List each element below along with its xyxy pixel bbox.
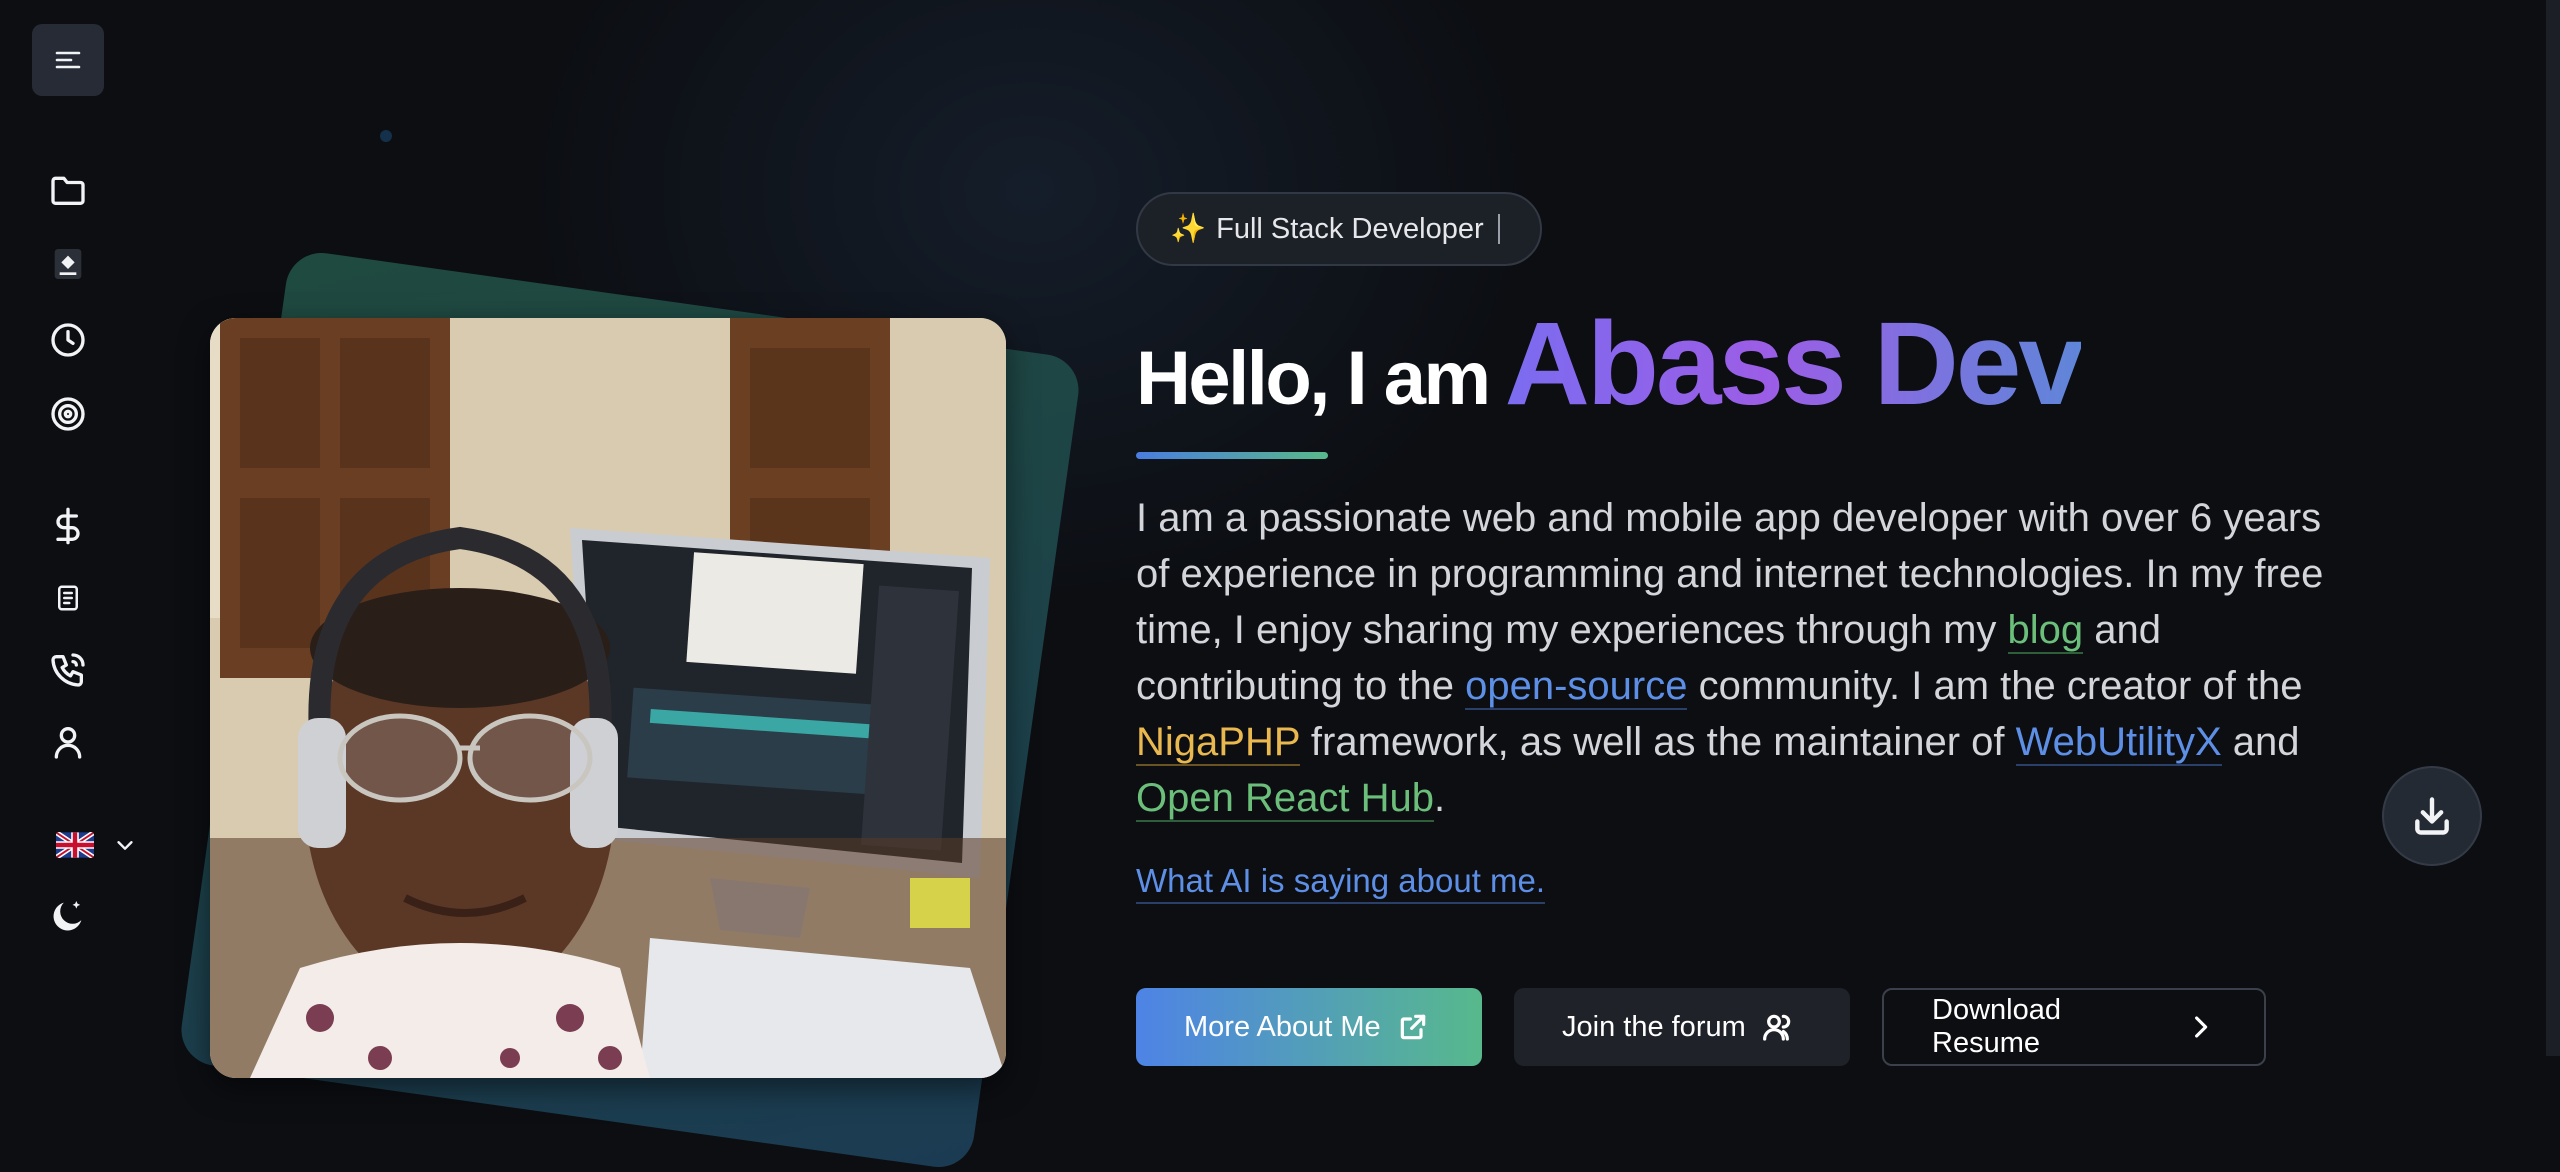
sidebar-item-blog[interactable] — [44, 240, 92, 288]
chevron-right-icon — [2195, 1016, 2208, 1038]
decorative-dot — [380, 130, 392, 142]
more-about-me-label: More About Me — [1184, 1010, 1381, 1043]
user-icon — [54, 727, 82, 759]
open-react-hub-link[interactable]: Open React Hub — [1136, 776, 1434, 822]
join-forum-button[interactable]: Join the forum — [1514, 988, 1850, 1066]
join-forum-label: Join the forum — [1562, 1010, 1746, 1043]
moon-icon — [53, 901, 82, 931]
external-link-icon — [1400, 1014, 1425, 1040]
ai-opinion-link[interactable]: What AI is saying about me. — [1136, 862, 1546, 904]
heading-underline — [1136, 452, 1328, 459]
typing-cursor — [1497, 214, 1500, 244]
blog-logo-icon — [54, 249, 82, 279]
role-badge-text: Full Stack Developer — [1216, 212, 1484, 245]
sidebar-item-history[interactable] — [44, 316, 92, 364]
sidebar-item-resume[interactable] — [44, 574, 92, 622]
sparkles-icon: ✨ — [1170, 213, 1207, 245]
uk-flag-icon — [56, 832, 94, 858]
chevron-down-icon — [117, 841, 133, 850]
phone-icon — [51, 653, 85, 687]
bio-text: . — [1433, 776, 1446, 820]
download-icon — [2415, 797, 2449, 835]
blog-link[interactable]: blog — [2007, 608, 2084, 654]
window-scrollbar[interactable] — [2546, 0, 2560, 1056]
more-about-me-button[interactable]: More About Me — [1136, 988, 1482, 1066]
clock-icon — [51, 323, 85, 357]
bio-text: framework, as well as the maintainer of — [1299, 720, 2016, 764]
document-icon — [58, 585, 78, 611]
open-source-link[interactable]: open-source — [1465, 664, 1688, 710]
hero-heading: Hello, I am Abass Dev — [1136, 296, 2084, 446]
greeting-text: Hello, I am — [1136, 336, 1491, 421]
sidebar-item-contact[interactable] — [44, 646, 92, 694]
profile-photo — [210, 318, 1006, 1078]
open-source-icon — [51, 397, 85, 431]
role-badge: ✨ Full Stack Developer — [1136, 192, 1542, 266]
sidebar-item-pricing[interactable] — [44, 502, 92, 550]
download-resume-label: Download Resume — [1932, 994, 2061, 1059]
bio-text: community. I am the creator of the — [1687, 664, 2303, 708]
sidebar-item-open-source[interactable] — [44, 390, 92, 438]
bio-text: and — [2221, 720, 2300, 764]
folder-icon — [51, 176, 85, 205]
download-fab[interactable] — [2382, 766, 2482, 866]
download-resume-button[interactable]: Download Resume — [1882, 988, 2266, 1066]
name-text: Abass Dev — [1504, 298, 2084, 430]
menu-button[interactable] — [32, 24, 104, 96]
webutilityx-link[interactable]: WebUtilityX — [2015, 720, 2222, 766]
theme-toggle[interactable] — [44, 892, 92, 940]
bio-paragraph: I am a passionate web and mobile app dev… — [1136, 490, 2356, 826]
sidebar-item-about[interactable] — [44, 718, 92, 766]
dollar-icon — [56, 507, 80, 545]
language-selector[interactable] — [56, 832, 136, 858]
nigaphp-link[interactable]: NigaPHP — [1136, 720, 1300, 766]
users-icon — [1762, 1014, 1790, 1041]
sidebar-item-projects[interactable] — [44, 166, 92, 214]
menu-icon — [55, 51, 81, 69]
